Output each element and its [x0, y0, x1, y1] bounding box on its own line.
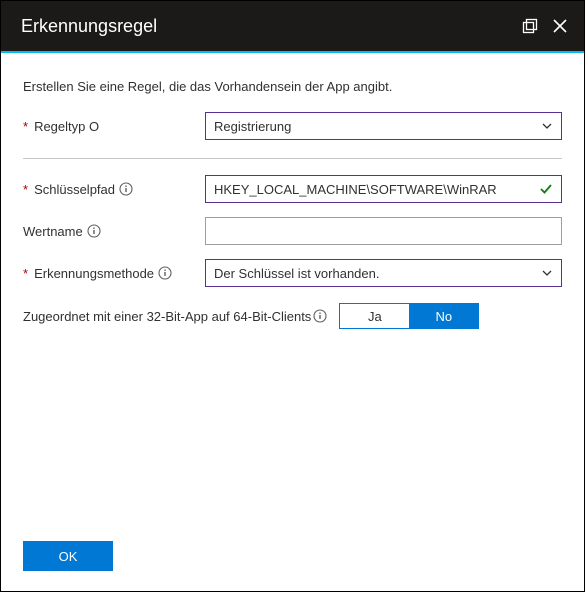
label-method: * Erkennungsmethode	[23, 266, 205, 281]
label-ruletype: * Regeltyp O	[23, 119, 205, 134]
method-value: Der Schlüssel ist vorhanden.	[214, 266, 379, 281]
row-keypath: * Schlüsselpfad HKEY_LOCAL_MACHINE\SOFTW…	[23, 175, 562, 203]
row-ruletype: * Regeltyp O Registrierung	[23, 112, 562, 140]
keypath-input[interactable]: HKEY_LOCAL_MACHINE\SOFTWARE\WinRAR	[205, 175, 562, 203]
ok-button[interactable]: OK	[23, 541, 113, 571]
assoc-toggle: Ja No	[339, 303, 479, 329]
dialog-title: Erkennungsregel	[21, 16, 522, 37]
restore-icon[interactable]	[522, 18, 538, 34]
check-icon	[539, 182, 553, 196]
label-valuename-text: Wertname	[23, 224, 83, 239]
required-marker: *	[23, 119, 28, 134]
label-assoc: Zugeordnet mit einer 32-Bit-App auf 64-B…	[23, 309, 327, 324]
chevron-down-icon	[541, 267, 553, 279]
dialog-header: Erkennungsregel	[1, 1, 584, 53]
divider	[23, 158, 562, 159]
valuename-input[interactable]	[205, 217, 562, 245]
label-method-text: Erkennungsmethode	[34, 266, 154, 281]
row-valuename: Wertname	[23, 217, 562, 245]
row-assoc: Zugeordnet mit einer 32-Bit-App auf 64-B…	[23, 303, 562, 329]
header-controls	[522, 18, 568, 34]
label-keypath: * Schlüsselpfad	[23, 182, 205, 197]
ruletype-select[interactable]: Registrierung	[205, 112, 562, 140]
required-marker: *	[23, 182, 28, 197]
dialog-body: Erstellen Sie eine Regel, die das Vorhan…	[1, 53, 584, 525]
close-icon[interactable]	[552, 18, 568, 34]
info-icon[interactable]	[119, 182, 133, 196]
dialog-footer: OK	[1, 525, 584, 591]
assoc-no-button[interactable]: No	[409, 304, 478, 328]
info-icon[interactable]	[87, 224, 101, 238]
label-assoc-text: Zugeordnet mit einer 32-Bit-App auf 64-B…	[23, 309, 311, 324]
label-valuename: Wertname	[23, 224, 205, 239]
assoc-yes-button[interactable]: Ja	[340, 304, 409, 328]
label-keypath-text: Schlüsselpfad	[34, 182, 115, 197]
row-method: * Erkennungsmethode Der Schlüssel ist vo…	[23, 259, 562, 287]
label-ruletype-text: Regeltyp O	[34, 119, 99, 134]
keypath-value: HKEY_LOCAL_MACHINE\SOFTWARE\WinRAR	[214, 182, 497, 197]
required-marker: *	[23, 266, 28, 281]
info-icon[interactable]	[313, 309, 327, 323]
instruction-text: Erstellen Sie eine Regel, die das Vorhan…	[23, 79, 562, 94]
ruletype-value: Registrierung	[214, 119, 291, 134]
method-select[interactable]: Der Schlüssel ist vorhanden.	[205, 259, 562, 287]
chevron-down-icon	[541, 120, 553, 132]
info-icon[interactable]	[158, 266, 172, 280]
